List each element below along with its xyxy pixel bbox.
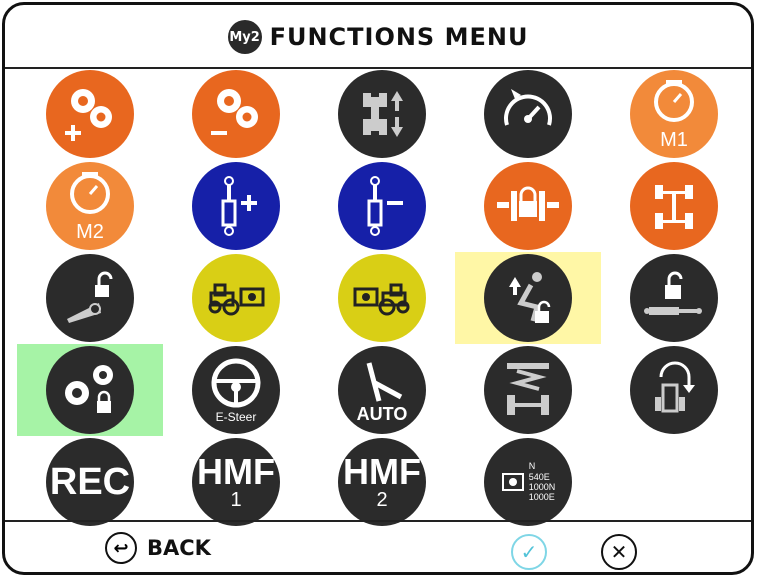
function-cell: M2 [17, 160, 163, 252]
axle-suspension-icon[interactable] [484, 346, 572, 434]
page-title: FUNCTIONS MENU [269, 23, 529, 51]
gears-minus-icon[interactable] [192, 70, 280, 158]
back-button[interactable]: ↩ BACK [105, 532, 211, 564]
engine-memory-m2-icon[interactable]: M2 [46, 162, 134, 250]
rec-label: REC [49, 461, 131, 503]
function-cell: REC [17, 436, 163, 528]
auto-label: AUTO [356, 404, 408, 424]
hydraulic-cylinder-plus-icon[interactable] [192, 162, 280, 250]
m2-label: M2 [76, 221, 104, 243]
function-cell: HMF 2 [309, 436, 455, 528]
pto-speed-icon[interactable]: N 540E 1000N 1000E [484, 438, 572, 526]
tractor-axle-up-down-icon[interactable] [338, 70, 426, 158]
title-bar: My2 FUNCTIONS MENU [5, 5, 751, 69]
function-cell [17, 68, 163, 160]
function-cell [309, 160, 455, 252]
m1-label: M1 [660, 129, 688, 151]
engine-memory-m1-icon[interactable]: M1 [630, 70, 718, 158]
function-cell: E-Steer [163, 344, 309, 436]
function-cell: HMF 1 [163, 436, 309, 528]
seat-lock-icon[interactable] [484, 254, 572, 342]
hmf-label: HMF [197, 451, 275, 492]
function-cell [309, 252, 455, 344]
gears-lock-icon[interactable] [46, 346, 134, 434]
functions-grid: M1 M2 E-Steer AUTO REC HMF 1 HMF 2 N 540… [5, 68, 751, 526]
hmf-icon[interactable]: HMF 1 [192, 438, 280, 526]
hmf-number: 1 [230, 489, 242, 511]
hmf-number: 2 [376, 489, 388, 511]
function-cell [163, 252, 309, 344]
function-cell [455, 344, 601, 436]
my2-logo: My2 [227, 20, 262, 54]
differential-lock-icon[interactable] [484, 162, 572, 250]
function-cell: N 540E 1000N 1000E [455, 436, 601, 528]
hydraulic-cylinder-minus-icon[interactable] [338, 162, 426, 250]
function-cell: AUTO [309, 344, 455, 436]
tractor-front-pto-icon[interactable] [192, 254, 280, 342]
hmf-icon[interactable]: HMF 2 [338, 438, 426, 526]
record-icon[interactable]: REC [46, 438, 134, 526]
tractor-turn-icon[interactable] [630, 346, 718, 434]
pto-speed-line: 1000E [528, 492, 555, 503]
function-cell [17, 252, 163, 344]
function-cell [455, 160, 601, 252]
auto-steer-icon[interactable]: AUTO [338, 346, 426, 434]
cylinder-lock-icon[interactable] [630, 254, 718, 342]
footer-bar: ↩ BACK ✓ ✕ [5, 522, 751, 572]
back-arrow-icon: ↩ [105, 532, 137, 564]
function-cell [455, 68, 601, 160]
four-wheel-drive-icon[interactable] [630, 162, 718, 250]
tractor-rear-pto-icon[interactable] [338, 254, 426, 342]
pto-speed-list: N 540E 1000N 1000E [529, 461, 556, 502]
close-icon[interactable]: ✕ [601, 534, 637, 570]
check-icon[interactable]: ✓ [511, 534, 547, 570]
pto-speed-line: N [528, 461, 536, 472]
function-cell-active [17, 344, 163, 436]
steering-wheel-icon[interactable]: E-Steer [192, 346, 280, 434]
speedometer-icon[interactable] [484, 70, 572, 158]
hmf-label: HMF [343, 451, 421, 492]
function-cell [601, 160, 747, 252]
hitch-lock-icon[interactable] [46, 254, 134, 342]
function-cell [163, 160, 309, 252]
function-cell-selected [455, 252, 601, 344]
function-cell [163, 68, 309, 160]
function-cell [309, 68, 455, 160]
back-label: BACK [147, 536, 211, 560]
pto-speed-line: 1000N [528, 482, 556, 492]
pto-speed-line: 540E [528, 471, 550, 482]
function-cell: M1 [601, 68, 747, 160]
function-cell [601, 344, 747, 436]
e-steer-label: E-Steer [215, 410, 257, 424]
functions-menu-window: My2 FUNCTIONS MENU M1 M2 E-Steer AUTO RE… [2, 2, 754, 575]
function-cell [601, 252, 747, 344]
gears-plus-icon[interactable] [46, 70, 134, 158]
